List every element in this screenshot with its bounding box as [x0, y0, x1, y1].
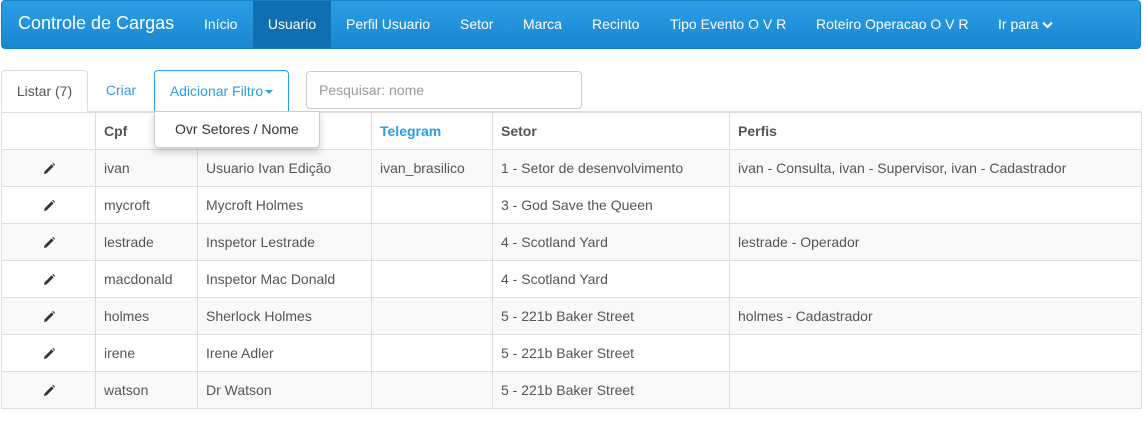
header-telegram[interactable]: Telegram: [371, 112, 493, 150]
cell-perfis: [729, 334, 1142, 372]
table-row: lestrade Inspetor Lestrade 4 - Scotland …: [1, 223, 1142, 261]
table-row: ivan Usuario Ivan Edição ivan_brasilico …: [1, 149, 1142, 187]
cell-nome: Inspetor Lestrade: [197, 223, 372, 261]
cell-setor: 5 - 221b Baker Street: [492, 297, 730, 335]
nav-item-perfil-usuario[interactable]: Perfil Usuario: [346, 1, 430, 48]
cell-nome: Sherlock Holmes: [197, 297, 372, 335]
cell-cpf: mycroft: [95, 186, 198, 224]
cell-cpf: holmes: [95, 297, 198, 335]
add-filter-label: Adicionar Filtro: [169, 83, 264, 99]
edit-cell: [1, 334, 96, 372]
cell-perfis: lestrade - Operador: [729, 223, 1142, 261]
cell-setor: 1 - Setor de desenvolvimento: [492, 149, 730, 187]
cell-cpf: watson: [95, 371, 198, 409]
cell-setor: 5 - 221b Baker Street: [492, 371, 730, 409]
nav-item-marca[interactable]: Marca: [523, 1, 562, 48]
search-input[interactable]: [306, 71, 582, 109]
table-row: watson Dr Watson 5 - 221b Baker Street: [1, 371, 1142, 409]
cell-telegram: [371, 297, 493, 335]
cell-cpf: lestrade: [95, 223, 198, 261]
pencil-icon[interactable]: [42, 384, 56, 398]
pencil-icon[interactable]: [42, 162, 56, 176]
cell-perfis: ivan - Consulta, ivan - Supervisor, ivan…: [729, 149, 1142, 187]
cell-nome: Mycroft Holmes: [197, 186, 372, 224]
cell-setor: 4 - Scotland Yard: [492, 260, 730, 298]
pencil-icon[interactable]: [42, 347, 56, 361]
caret-down-icon: [265, 90, 274, 95]
cell-nome: Usuario Ivan Edição: [197, 149, 372, 187]
cell-telegram: [371, 334, 493, 372]
nav-item-ir-para[interactable]: Ir para: [998, 1, 1054, 50]
edit-cell: [1, 297, 96, 335]
chevron-down-icon: [1042, 3, 1054, 50]
pencil-icon[interactable]: [42, 273, 56, 287]
nav-item-inicio[interactable]: Início: [204, 1, 237, 48]
ir-para-label: Ir para: [998, 16, 1039, 32]
tab-listar[interactable]: Listar (7): [1, 70, 88, 112]
nav-item-setor[interactable]: Setor: [460, 1, 493, 48]
cell-nome: Irene Adler: [197, 334, 372, 372]
cell-cpf: macdonald: [95, 260, 198, 298]
cell-nome: Inspetor Mac Donald: [197, 260, 372, 298]
header-perfis: Perfis: [729, 112, 1142, 150]
pencil-icon[interactable]: [42, 199, 56, 213]
cell-nome: Dr Watson: [197, 371, 372, 409]
cell-cpf: ivan: [95, 149, 198, 187]
edit-cell: [1, 186, 96, 224]
nav-item-recinto[interactable]: Recinto: [592, 1, 639, 48]
filter-dropdown-menu: Ovr Setores / Nome: [154, 111, 320, 148]
table-row: mycroft Mycroft Holmes 3 - God Save the …: [1, 186, 1142, 224]
top-navbar: Controle de Cargas Início Usuario Perfil…: [1, 0, 1141, 49]
cell-setor: 3 - God Save the Queen: [492, 186, 730, 224]
edit-cell: [1, 223, 96, 261]
edit-cell: [1, 371, 96, 409]
pencil-icon[interactable]: [42, 236, 56, 250]
tab-criar[interactable]: Criar: [90, 70, 152, 112]
nav-item-usuario[interactable]: Usuario: [253, 1, 331, 48]
header-setor: Setor: [492, 112, 730, 150]
cell-telegram: [371, 260, 493, 298]
header-actions: [1, 112, 96, 150]
cell-setor: 5 - 221b Baker Street: [492, 334, 730, 372]
cell-perfis: holmes - Cadastrador: [729, 297, 1142, 335]
cell-cpf: irene: [95, 334, 198, 372]
edit-cell: [1, 149, 96, 187]
cell-telegram: ivan_brasilico: [371, 149, 493, 187]
cell-perfis: [729, 186, 1142, 224]
edit-cell: [1, 260, 96, 298]
cell-telegram: [371, 371, 493, 409]
add-filter-button[interactable]: Adicionar Filtro: [154, 70, 289, 112]
nav-item-roteiro-operacao-ovr[interactable]: Roteiro Operacao O V R: [816, 1, 969, 48]
table-row: irene Irene Adler 5 - 221b Baker Street: [1, 334, 1142, 372]
table-row: macdonald Inspetor Mac Donald 4 - Scotla…: [1, 260, 1142, 298]
pencil-icon[interactable]: [42, 310, 56, 324]
app-brand[interactable]: Controle de Cargas: [18, 13, 174, 34]
cell-telegram: [371, 186, 493, 224]
table-row: holmes Sherlock Holmes 5 - 221b Baker St…: [1, 297, 1142, 335]
users-table: Cpf Telegram Setor Perfis ivan Usuario I…: [1, 112, 1142, 409]
filter-option-ovr-setores-nome[interactable]: Ovr Setores / Nome: [155, 112, 319, 147]
nav-item-tipo-evento-ovr[interactable]: Tipo Evento O V R: [670, 1, 786, 48]
cell-setor: 4 - Scotland Yard: [492, 223, 730, 261]
cell-telegram: [371, 223, 493, 261]
cell-perfis: [729, 260, 1142, 298]
cell-perfis: [729, 371, 1142, 409]
